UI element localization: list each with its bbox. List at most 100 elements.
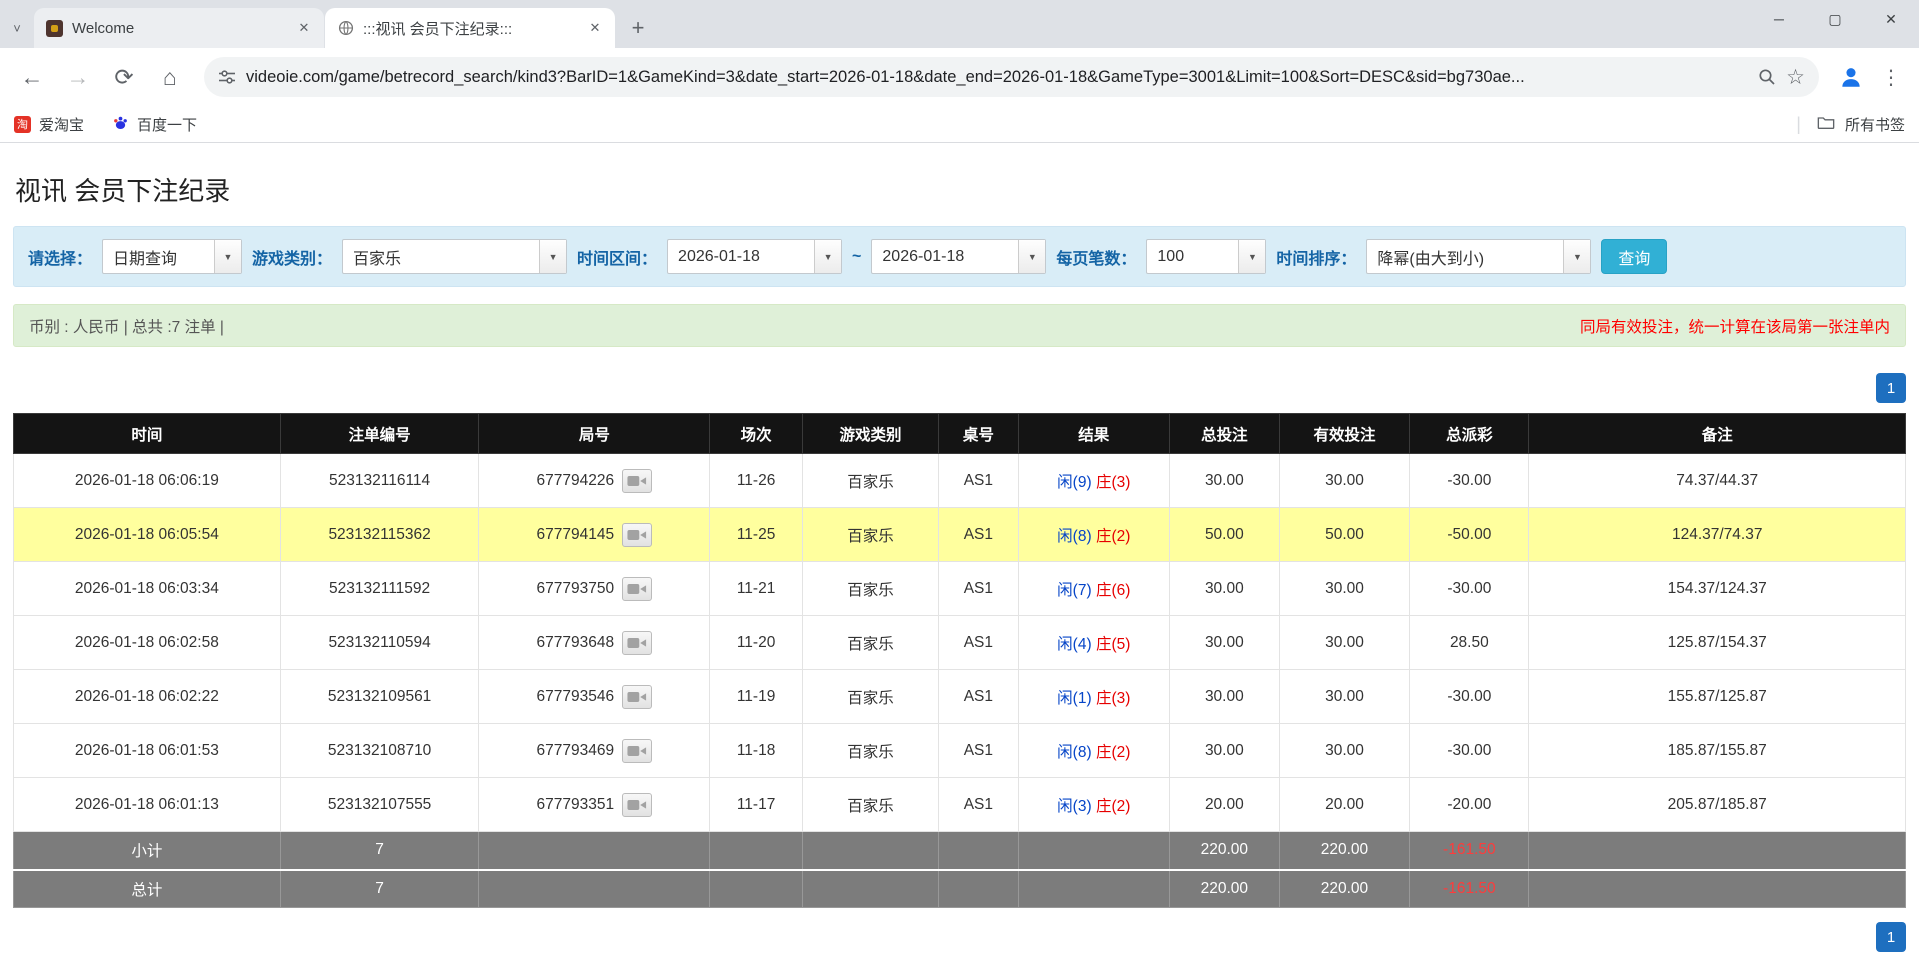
tab-betrecord[interactable]: :::视讯 会员下注纪录::: ✕ xyxy=(325,8,615,48)
cell-table: AS1 xyxy=(939,724,1018,778)
cell-payout: -50.00 xyxy=(1410,508,1529,562)
cell-bet-id: 523132116114 xyxy=(280,454,479,508)
page-1-button[interactable]: 1 xyxy=(1876,922,1906,952)
col-header-6: 结果 xyxy=(1018,414,1169,454)
cell-game: 百家乐 xyxy=(802,724,938,778)
cell-valid-bet: 50.00 xyxy=(1279,508,1410,562)
tab-strip: ˅ Welcome ✕ :::视讯 会员下注纪录::: ✕ + ─ ▢ ✕ xyxy=(0,0,1919,48)
cell-bet-id: 523132115362 xyxy=(280,508,479,562)
page-1-button[interactable]: 1 xyxy=(1876,373,1906,403)
video-replay-icon[interactable] xyxy=(622,793,652,817)
cell-session: 11-20 xyxy=(710,616,803,670)
cell-bet-id: 523132108710 xyxy=(280,724,479,778)
chevron-down-icon[interactable]: ▼ xyxy=(1018,240,1045,273)
sum-label: 小计 xyxy=(14,832,281,870)
cell-note: 74.37/44.37 xyxy=(1529,454,1906,508)
query-type-select[interactable]: 日期查询 ▼ xyxy=(102,239,242,274)
tab-search-icon[interactable]: ˅ xyxy=(0,8,34,48)
cell-total-bet[interactable]: 30.00 xyxy=(1169,454,1279,508)
cell-round: 677793750 xyxy=(479,562,710,616)
chevron-down-icon[interactable]: ▼ xyxy=(814,240,841,273)
cell-result: 闲(1) 庄(3) xyxy=(1018,670,1169,724)
cell-total-bet[interactable]: 20.00 xyxy=(1169,778,1279,832)
sort-select[interactable]: 降幂(由大到小) ▼ xyxy=(1366,239,1591,274)
cell-payout: 28.50 xyxy=(1410,616,1529,670)
cell-valid-bet: 30.00 xyxy=(1279,454,1410,508)
video-replay-icon[interactable] xyxy=(622,631,652,655)
date-end-select[interactable]: 2026-01-18 ▼ xyxy=(871,239,1046,274)
cell-table: AS1 xyxy=(939,616,1018,670)
game-type-label: 游戏类别： xyxy=(252,245,332,269)
pagination-top: 1 xyxy=(13,373,1906,403)
bookmark-star-icon[interactable]: ☆ xyxy=(1786,65,1805,90)
tab-welcome[interactable]: Welcome ✕ xyxy=(34,8,324,48)
forward-icon[interactable]: → xyxy=(58,57,98,97)
cell-note: 154.37/124.37 xyxy=(1529,562,1906,616)
cell-round: 677793351 xyxy=(479,778,710,832)
sum-payout: -161.50 xyxy=(1410,870,1529,908)
per-page-select[interactable]: 100 ▼ xyxy=(1146,239,1266,274)
cell-total-bet[interactable]: 50.00 xyxy=(1169,508,1279,562)
cell-total-bet[interactable]: 30.00 xyxy=(1169,724,1279,778)
cell-valid-bet: 30.00 xyxy=(1279,670,1410,724)
date-start-select[interactable]: 2026-01-18 ▼ xyxy=(667,239,842,274)
tab-close-icon[interactable]: ✕ xyxy=(294,18,314,38)
site-settings-icon[interactable] xyxy=(218,68,236,86)
cell-total-bet[interactable]: 30.00 xyxy=(1169,616,1279,670)
home-icon[interactable]: ⌂ xyxy=(150,57,190,97)
cell-total-bet[interactable]: 30.00 xyxy=(1169,562,1279,616)
new-tab-button[interactable]: + xyxy=(621,11,655,45)
bookmark-taobao[interactable]: 淘 爱淘宝 xyxy=(14,114,84,135)
page-content: 视讯 会员下注纪录 请选择： 日期查询 ▼ 游戏类别： 百家乐 ▼ 时间区间： … xyxy=(0,143,1919,952)
cell-time: 2026-01-18 06:01:53 xyxy=(14,724,281,778)
chevron-down-icon[interactable]: ▼ xyxy=(1238,240,1265,273)
video-replay-icon[interactable] xyxy=(622,685,652,709)
per-page-label: 每页笔数： xyxy=(1056,245,1136,269)
globe-favicon xyxy=(337,20,354,37)
url-text: videoie.com/game/betrecord_search/kind3?… xyxy=(246,68,1748,87)
col-header-8: 有效投注 xyxy=(1279,414,1410,454)
tab-close-icon[interactable]: ✕ xyxy=(585,18,605,38)
video-replay-icon[interactable] xyxy=(622,577,652,601)
summary-info-bar: 币别 : 人民币 | 总共 :7 注单 | 同局有效投注，统一计算在该局第一张注… xyxy=(13,304,1906,347)
all-bookmarks[interactable]: | 所有书签 xyxy=(1796,114,1905,135)
query-button[interactable]: 查询 xyxy=(1601,239,1667,274)
back-icon[interactable]: ← xyxy=(12,57,52,97)
close-button[interactable]: ✕ xyxy=(1863,0,1919,38)
bookmark-baidu[interactable]: 百度一下 xyxy=(112,114,197,135)
cell-result: 闲(8) 庄(2) xyxy=(1018,508,1169,562)
cell-round: 677793546 xyxy=(479,670,710,724)
video-replay-icon[interactable] xyxy=(622,469,652,493)
cell-result: 闲(3) 庄(2) xyxy=(1018,778,1169,832)
cell-time: 2026-01-18 06:05:54 xyxy=(14,508,281,562)
video-replay-icon[interactable] xyxy=(622,739,652,763)
video-replay-icon[interactable] xyxy=(622,523,652,547)
date-range-label: 时间区间： xyxy=(577,245,657,269)
chevron-down-icon[interactable]: ▼ xyxy=(539,240,566,273)
col-header-9: 总派彩 xyxy=(1410,414,1529,454)
cell-bet-id: 523132109561 xyxy=(280,670,479,724)
sum-count: 7 xyxy=(280,832,479,870)
table-row: 2026-01-18 06:01:53 523132108710 6777934… xyxy=(14,724,1906,778)
table-row: 2026-01-18 06:05:54 523132115362 6777941… xyxy=(14,508,1906,562)
minimize-button[interactable]: ─ xyxy=(1751,0,1807,38)
refresh-icon[interactable]: ⟳ xyxy=(104,57,144,97)
zoom-icon[interactable] xyxy=(1758,68,1776,86)
address-bar[interactable]: videoie.com/game/betrecord_search/kind3?… xyxy=(204,57,1819,97)
filter-bar: 请选择： 日期查询 ▼ 游戏类别： 百家乐 ▼ 时间区间： 2026-01-18… xyxy=(13,226,1906,287)
bookmark-label: 爱淘宝 xyxy=(39,114,84,135)
table-body: 2026-01-18 06:06:19 523132116114 6777942… xyxy=(14,454,1906,908)
chevron-down-icon[interactable]: ▼ xyxy=(1563,240,1590,273)
table-row: 2026-01-18 06:02:58 523132110594 6777936… xyxy=(14,616,1906,670)
game-type-select[interactable]: 百家乐 ▼ xyxy=(342,239,567,274)
cell-game: 百家乐 xyxy=(802,670,938,724)
cell-payout: -30.00 xyxy=(1410,562,1529,616)
cell-total-bet[interactable]: 30.00 xyxy=(1169,670,1279,724)
cell-valid-bet: 30.00 xyxy=(1279,616,1410,670)
browser-menu-icon[interactable]: ⋮ xyxy=(1875,65,1907,90)
maximize-button[interactable]: ▢ xyxy=(1807,0,1863,38)
folder-icon xyxy=(1817,115,1835,134)
cell-valid-bet: 30.00 xyxy=(1279,562,1410,616)
profile-avatar-icon[interactable] xyxy=(1833,59,1869,95)
chevron-down-icon[interactable]: ▼ xyxy=(214,240,241,273)
